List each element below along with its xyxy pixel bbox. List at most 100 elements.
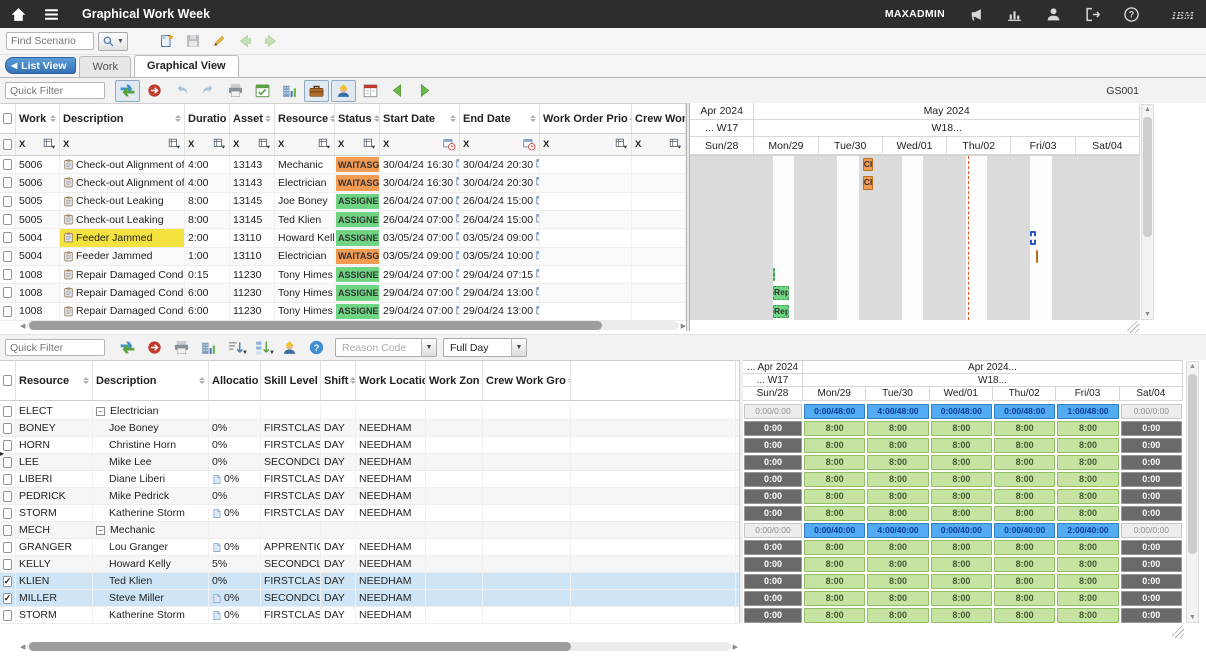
availability-cell[interactable]: 8:00 — [804, 472, 865, 487]
availability-cell[interactable]: 2:00/40:00 — [1057, 523, 1118, 538]
availability-cell[interactable]: 8:00 — [867, 438, 928, 453]
column-header-shift[interactable]: Shift — [321, 361, 356, 400]
work-order-row[interactable]: 5004Feeder Jammed2:0013110Howard KellyAS… — [0, 229, 686, 247]
column-header-duratio[interactable]: Duratio — [185, 104, 230, 133]
availability-cell[interactable]: 0:00/40:00 — [931, 523, 992, 538]
availability-cell[interactable]: 0:00 — [1121, 489, 1182, 504]
availability-cell[interactable]: 8:00 — [994, 455, 1055, 470]
availability-cell[interactable]: 0:00/48:00 — [931, 404, 992, 419]
availability-cell[interactable]: 8:00 — [994, 506, 1055, 521]
availability-cell[interactable]: 8:00 — [994, 608, 1055, 623]
availability-cell[interactable]: 8:00 — [804, 591, 865, 606]
row-checkbox[interactable] — [3, 542, 12, 553]
availability-cell[interactable]: 8:00 — [1057, 574, 1118, 589]
toolbox-icon[interactable] — [304, 80, 329, 102]
back-icon[interactable] — [234, 31, 256, 51]
sort-toggle-icon[interactable] — [448, 112, 456, 125]
column-filter-icon[interactable] — [213, 138, 226, 151]
column-header-work-zon[interactable]: Work Zon — [426, 361, 483, 400]
availability-cell[interactable]: 0:00/0:00 — [744, 404, 802, 419]
help-icon-blue[interactable]: ? — [304, 337, 329, 359]
tab-graphical-view[interactable]: Graphical View — [134, 55, 239, 77]
row-checkbox[interactable] — [3, 559, 12, 570]
availability-cell[interactable]: 0:00 — [744, 489, 802, 504]
gantt-chart-area[interactable]: CheCheRepRep — [690, 155, 1140, 320]
row-checkbox[interactable] — [3, 269, 12, 280]
availability-cell[interactable]: 8:00 — [1057, 455, 1118, 470]
gantt-task-bar[interactable]: Rep — [773, 286, 789, 299]
clear-filter-button[interactable]: X — [338, 139, 344, 150]
resource-row[interactable]: ELECT−Electrician — [0, 403, 740, 420]
availability-cell[interactable]: 8:00 — [931, 472, 992, 487]
work-quick-filter-input[interactable] — [5, 82, 105, 99]
availability-cell[interactable]: 8:00 — [1057, 540, 1118, 555]
availability-cell[interactable]: 0:00 — [1121, 506, 1182, 521]
column-header-description[interactable]: Description — [93, 361, 209, 400]
sign-out-icon[interactable] — [1084, 6, 1101, 23]
reason-code-select[interactable]: Reason Code ▼ — [335, 338, 437, 357]
availability-calendar-icon[interactable] — [250, 80, 275, 102]
resource-table-horizontal-scrollbar[interactable]: ◀ ▶ — [20, 640, 738, 653]
column-filter-icon[interactable] — [363, 138, 376, 151]
scroll-down-icon[interactable]: ▼ — [1142, 311, 1153, 318]
column-header-crew-work[interactable]: Crew Work — [632, 104, 686, 133]
availability-cell[interactable]: 0:00 — [744, 557, 802, 572]
note-icon[interactable] — [212, 610, 222, 621]
availability-cell[interactable]: 8:00 — [804, 557, 865, 572]
resource-row[interactable]: LIBERIDiane Liberi0%FIRSTCLASSDAYNEEDHAM — [0, 471, 740, 488]
availability-cell[interactable]: 8:00 — [867, 455, 928, 470]
availability-cell[interactable]: 0:00 — [1121, 574, 1182, 589]
row-checkbox[interactable] — [3, 306, 12, 317]
availability-cell[interactable]: 8:00 — [804, 489, 865, 504]
scroll-left-icon[interactable]: ◀ — [20, 643, 25, 651]
calendar-clock-icon[interactable] — [443, 138, 456, 151]
clear-filter-button[interactable]: X — [635, 139, 641, 150]
clear-filter-button[interactable]: X — [543, 139, 549, 150]
row-checkbox[interactable] — [3, 508, 12, 519]
availability-cell[interactable]: 8:00 — [994, 438, 1055, 453]
availability-cell[interactable]: 0:00 — [744, 591, 802, 606]
resource-row[interactable]: STORMKatherine Storm0%FIRSTCLASSDAYNEEDH… — [0, 505, 740, 522]
save-scenario-icon[interactable] — [182, 31, 204, 51]
help-icon[interactable]: ? — [1123, 6, 1140, 23]
row-checkbox[interactable] — [3, 214, 12, 225]
availability-cell[interactable]: 8:00 — [804, 455, 865, 470]
work-order-row[interactable]: 5005Check-out Leaking8:0013145Ted KlienA… — [0, 211, 686, 229]
resource-row[interactable]: KELLYHoward Kelly5%SECONDCLASSDAYNEEDHAM — [0, 556, 740, 573]
availability-cell[interactable]: 8:00 — [867, 557, 928, 572]
gantt-task-bar[interactable]: Che — [863, 176, 874, 189]
availability-cell[interactable]: 8:00 — [1057, 489, 1118, 504]
availability-cell[interactable]: 8:00 — [1057, 421, 1118, 436]
availability-cell[interactable]: 8:00 — [867, 506, 928, 521]
column-filter-icon[interactable] — [258, 138, 271, 151]
availability-cell[interactable]: 0:00 — [744, 421, 802, 436]
availability-cell[interactable]: 8:00 — [994, 574, 1055, 589]
assignment-mode-icon[interactable] — [115, 80, 140, 102]
day-scope-select[interactable]: Full Day ▼ — [443, 338, 527, 357]
resource-load-icon[interactable] — [277, 80, 302, 102]
resource-row[interactable]: ✓MILLERSteve Miller0%SECONDCLASSDAYNEEDH… — [0, 590, 740, 607]
gantt-resize-grip[interactable] — [1127, 321, 1139, 333]
work-order-row[interactable]: 1008Repair Damaged Conduit0:1511230Tony … — [0, 266, 686, 284]
clear-filter-button[interactable]: X — [383, 139, 389, 150]
availability-cell[interactable]: 0:00/40:00 — [994, 523, 1055, 538]
availability-cell[interactable]: 8:00 — [867, 540, 928, 555]
availability-cell[interactable]: 8:00 — [1057, 472, 1118, 487]
sort-toggle-icon[interactable] — [328, 112, 335, 125]
scrollbar-thumb[interactable] — [29, 321, 602, 330]
availability-cell[interactable]: 8:00 — [867, 608, 928, 623]
column-header-status[interactable]: Status — [335, 104, 380, 133]
column-header-work[interactable]: Work — [16, 104, 60, 133]
availability-cell[interactable]: 8:00 — [804, 540, 865, 555]
availability-cell[interactable]: 8:00 — [1057, 591, 1118, 606]
row-checkbox[interactable] — [3, 251, 12, 262]
availability-cell[interactable]: 8:00 — [994, 489, 1055, 504]
calendar-clock-icon[interactable] — [523, 138, 536, 151]
print-icon[interactable] — [169, 337, 194, 359]
availability-cell[interactable]: 0:00 — [744, 506, 802, 521]
clear-filter-button[interactable]: X — [19, 139, 25, 150]
row-checkbox[interactable] — [3, 406, 12, 417]
availability-cell[interactable]: 8:00 — [1057, 438, 1118, 453]
gantt-task-bar[interactable]: Che — [863, 158, 874, 171]
resource-row[interactable]: MECH−Mechanic — [0, 522, 740, 539]
